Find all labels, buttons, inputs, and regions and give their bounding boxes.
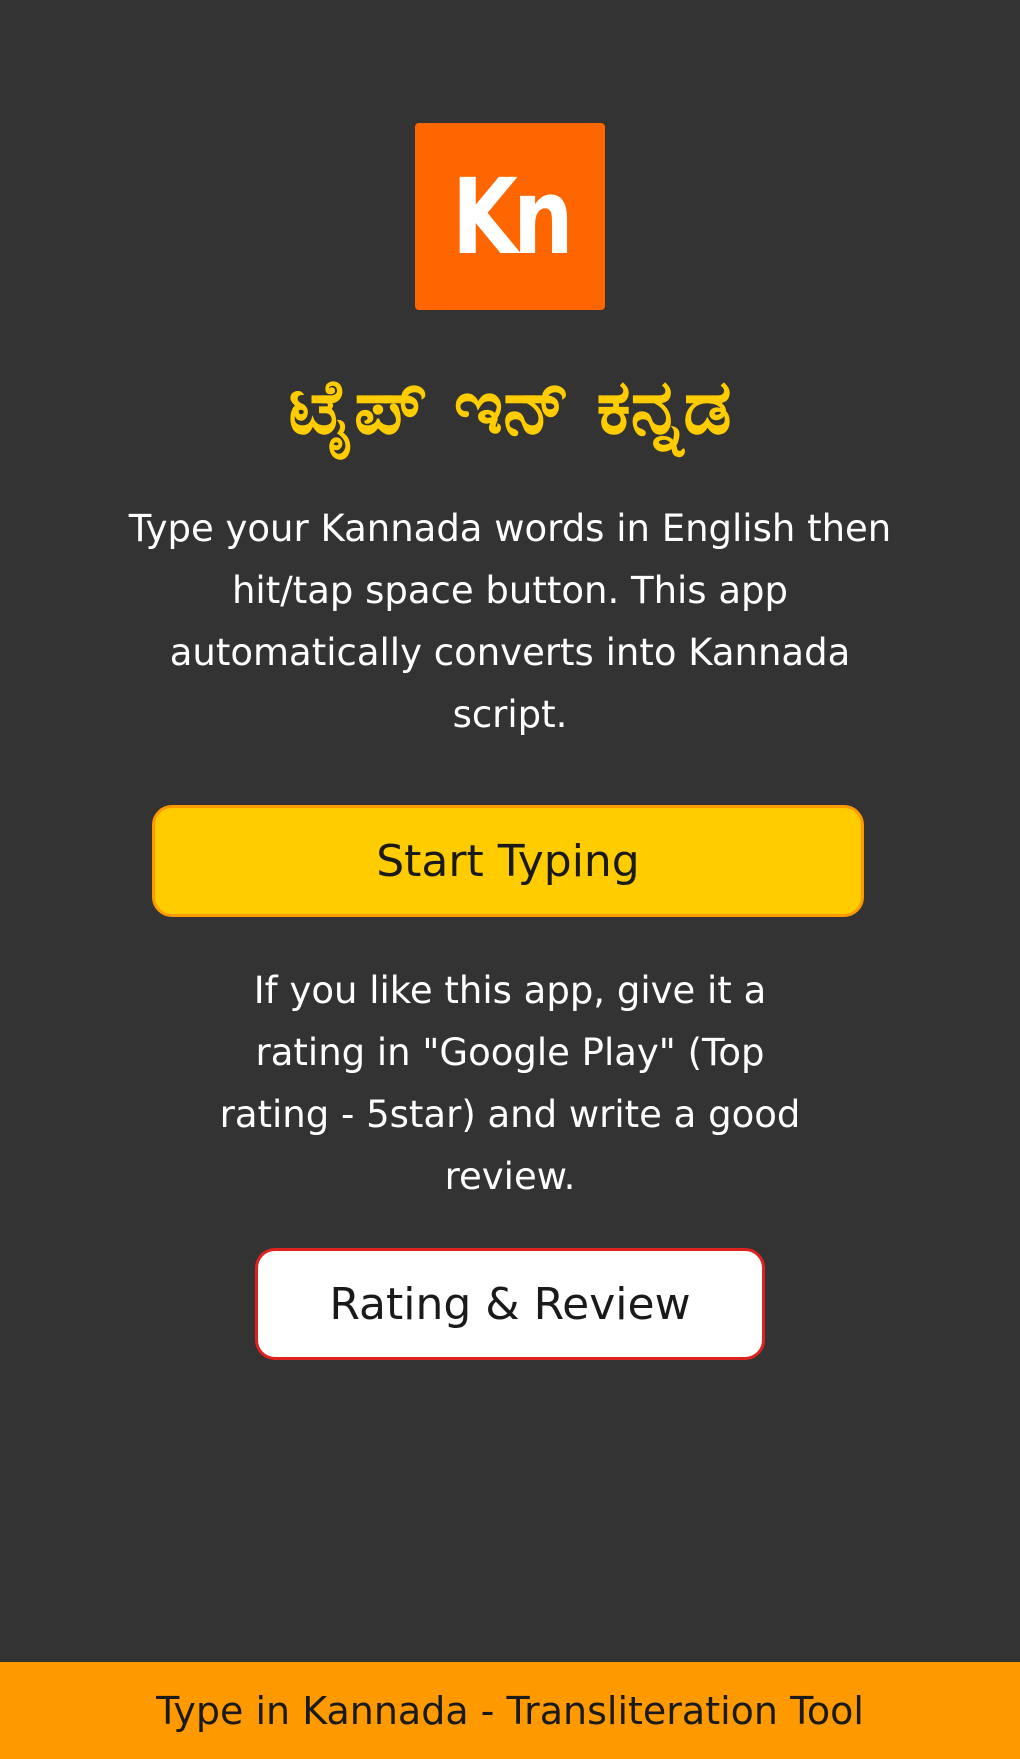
logo-text: Kn	[451, 155, 574, 278]
footer-banner: Type in Kannada - Transliteration Tool	[0, 1662, 1020, 1759]
rating-request-text: If you like this app, give it a rating i…	[219, 969, 801, 1198]
main-content: Kn ಟೈಪ್ ಇನ್ ಕನ್ನಡ Type your Kannada word…	[0, 0, 1020, 1662]
intro-text: Type your Kannada words in English then …	[128, 507, 892, 736]
page-title: ಟೈಪ್ ಇನ್ ಕನ್ನಡ	[288, 362, 732, 451]
start-typing-button[interactable]: Start Typing	[152, 805, 864, 917]
app-logo: Kn	[415, 123, 605, 310]
rating-review-button[interactable]: Rating & Review	[255, 1248, 765, 1360]
footer-text: Type in Kannada - Transliteration Tool	[156, 1688, 864, 1733]
